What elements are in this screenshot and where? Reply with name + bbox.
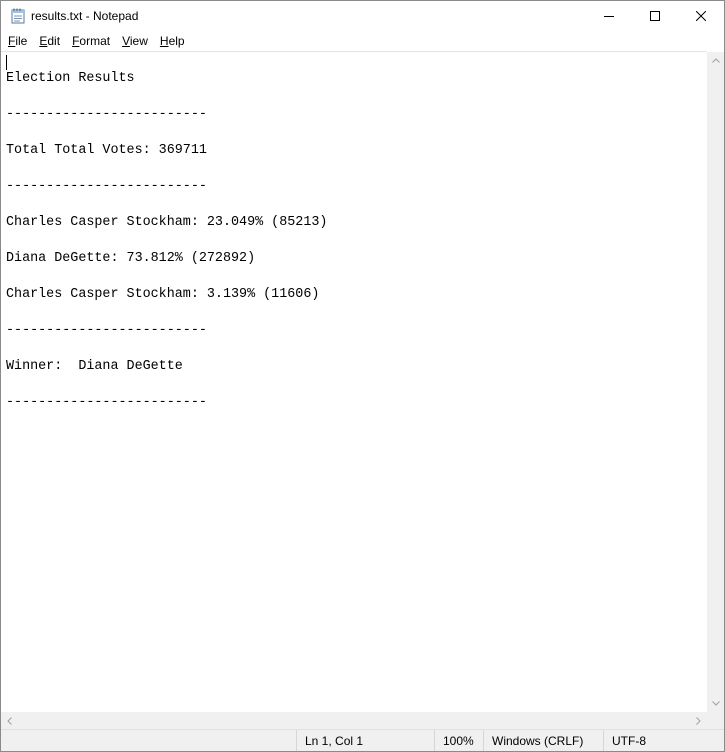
scrollbar-corner: [707, 712, 724, 729]
title-bar[interactable]: results.txt - Notepad: [1, 1, 724, 31]
menu-view-label: iew: [129, 34, 148, 48]
menu-bar: File Edit Format View Help: [1, 31, 724, 51]
text-editor[interactable]: Election Results -----------------------…: [1, 51, 707, 713]
notepad-icon[interactable]: [11, 8, 25, 24]
status-line-endings: Windows (CRLF): [483, 730, 602, 751]
menu-help[interactable]: Help: [153, 31, 190, 51]
scroll-down-button[interactable]: [707, 695, 724, 712]
chevron-left-icon: [7, 716, 12, 725]
menu-help-label: elp: [168, 34, 185, 48]
menu-file[interactable]: File: [1, 31, 32, 51]
menu-format[interactable]: Format: [65, 31, 115, 51]
status-zoom: 100%: [434, 730, 483, 751]
maximize-button[interactable]: [632, 1, 678, 31]
chevron-right-icon: [696, 716, 701, 725]
text-caret: [6, 55, 7, 70]
menu-file-label: ile: [15, 34, 28, 48]
maximize-icon: [650, 11, 660, 21]
status-cursor-position: Ln 1, Col 1: [296, 730, 435, 751]
menu-help-accesskey: H: [159, 34, 169, 48]
horizontal-scrollbar[interactable]: [1, 712, 707, 729]
minimize-icon: [604, 16, 614, 17]
close-button[interactable]: [678, 1, 724, 31]
status-bar: Ln 1, Col 1 100% Windows (CRLF) UTF-8: [1, 729, 724, 751]
menu-view[interactable]: View: [115, 31, 153, 51]
document-text[interactable]: Election Results -----------------------…: [6, 52, 327, 412]
scroll-left-button[interactable]: [1, 712, 18, 729]
scroll-up-button[interactable]: [707, 52, 724, 69]
vertical-scrollbar[interactable]: [707, 52, 724, 712]
menu-edit-label: dit: [47, 34, 61, 48]
menu-view-accesskey: V: [122, 34, 130, 48]
minimize-button[interactable]: [586, 1, 632, 31]
window-title: results.txt - Notepad: [31, 9, 139, 23]
chevron-down-icon: [711, 701, 720, 706]
menu-format-label: ormat: [79, 34, 111, 48]
status-encoding: UTF-8: [603, 730, 712, 751]
close-icon: [696, 11, 706, 21]
menu-edit[interactable]: Edit: [32, 31, 65, 51]
scroll-right-button[interactable]: [690, 712, 707, 729]
chevron-up-icon: [711, 58, 720, 63]
notepad-window: results.txt - Notepad File Edit Format V…: [0, 0, 725, 752]
